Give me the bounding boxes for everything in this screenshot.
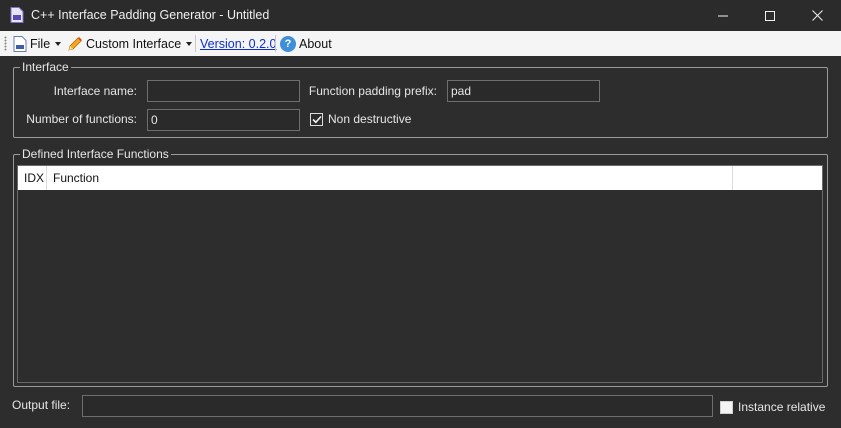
title-bar: C++ Interface Padding Generator - Untitl… [0, 0, 841, 31]
number-of-functions-field[interactable] [147, 109, 300, 131]
functions-table-header: IDX Function [18, 166, 822, 190]
custom-interface-label: Custom Interface [86, 36, 182, 51]
column-header-function[interactable]: Function [47, 166, 733, 190]
maximize-button[interactable] [747, 0, 793, 31]
version-link[interactable]: Version: 0.2.0 [200, 31, 276, 56]
maximize-icon [765, 10, 775, 21]
number-of-functions-label: Number of functions: [26, 112, 137, 126]
output-file-field[interactable] [82, 395, 713, 417]
about-label: About [299, 36, 332, 51]
menu-bar: File Custom Interface Version: 0.2.0 ? A… [0, 31, 841, 56]
function-padding-prefix-label: Function padding prefix: [308, 84, 437, 98]
custom-interface-menu[interactable]: Custom Interface [67, 31, 193, 56]
checkbox-box[interactable] [310, 112, 323, 126]
interface-name-label: Interface name: [53, 84, 137, 98]
minimize-icon [718, 15, 728, 16]
close-icon [811, 10, 823, 21]
menu-separator [275, 35, 276, 52]
pencil-icon [68, 36, 82, 51]
interface-group-title: Interface [20, 60, 71, 74]
column-header-extra[interactable] [733, 166, 822, 190]
non-destructive-checkbox[interactable]: Non destructive [310, 112, 411, 126]
column-header-idx[interactable]: IDX [18, 166, 47, 190]
non-destructive-label: Non destructive [328, 112, 412, 126]
file-menu-label: File [30, 36, 51, 51]
chevron-down-icon [186, 41, 193, 46]
window-title: C++ Interface Padding Generator - Untitl… [31, 8, 270, 22]
checkbox-box[interactable] [720, 400, 733, 414]
function-padding-prefix-field[interactable] [447, 80, 600, 102]
chevron-down-icon [55, 41, 62, 46]
about-button[interactable]: ? About [280, 31, 332, 56]
interface-name-field[interactable] [147, 80, 300, 102]
menu-separator [195, 35, 196, 52]
app-document-icon [10, 7, 24, 23]
toolbar-grip[interactable] [4, 36, 7, 51]
instance-relative-checkbox[interactable]: Instance relative [720, 400, 825, 414]
functions-table[interactable]: IDX Function [17, 165, 823, 383]
output-file-label: Output file: [12, 398, 71, 412]
close-button[interactable] [794, 0, 840, 31]
minimize-button[interactable] [700, 0, 746, 31]
instance-relative-label: Instance relative [738, 400, 826, 414]
file-menu[interactable]: File [13, 31, 62, 56]
help-icon: ? [280, 35, 296, 52]
checkmark-icon [311, 115, 322, 123]
interface-group: Interface [13, 60, 828, 138]
file-icon [13, 35, 27, 52]
functions-group-title: Defined Interface Functions [20, 147, 171, 161]
